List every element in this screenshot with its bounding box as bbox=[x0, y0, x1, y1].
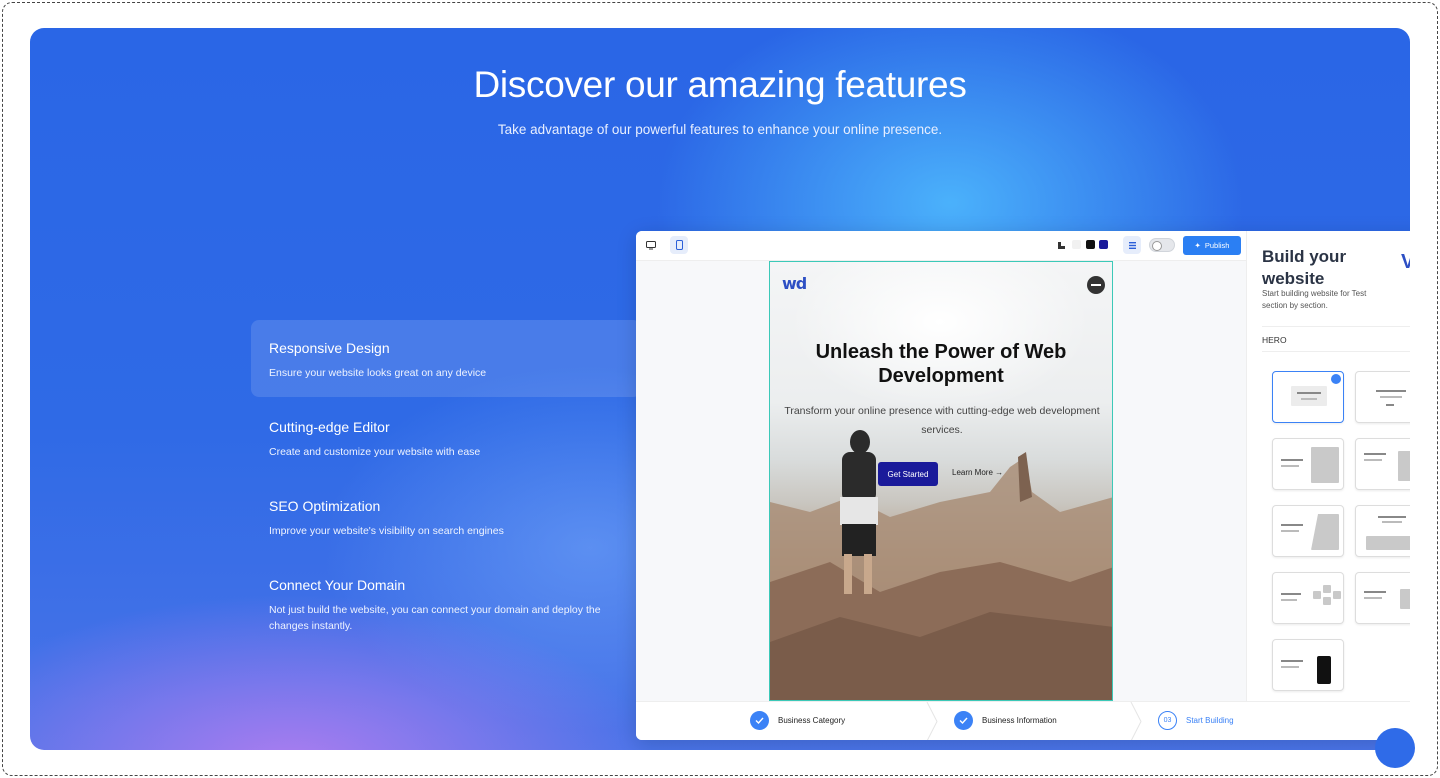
editor-canvas: wd Unleash the Power of Web Development … bbox=[636, 261, 1246, 701]
sidebar-subtitle: Start building website for Test section … bbox=[1262, 289, 1367, 310]
section-label-hero: HERO bbox=[1262, 326, 1410, 352]
step-label: Business Category bbox=[778, 716, 846, 725]
feature-item-responsive-design[interactable]: Responsive Design Ensure your website lo… bbox=[251, 320, 641, 397]
chat-widget-button[interactable] bbox=[1375, 728, 1415, 768]
feature-title: Connect Your Domain bbox=[269, 577, 406, 593]
brand-logo: V bbox=[1401, 251, 1410, 273]
builder-sidebar: Build your website V Start building webs… bbox=[1246, 231, 1410, 701]
site-logo: wd bbox=[782, 274, 807, 293]
sidebar-title: Build your website bbox=[1262, 247, 1347, 288]
feature-title: SEO Optimization bbox=[269, 498, 381, 514]
editor-toolbar: ✦ Publish bbox=[636, 231, 1246, 261]
publish-button[interactable]: ✦ Publish bbox=[1183, 236, 1241, 255]
hero-template-thumb[interactable] bbox=[1355, 505, 1410, 557]
feature-description: Improve your website's visibility on sea… bbox=[269, 525, 504, 537]
feature-description: Create and customize your website with e… bbox=[269, 446, 481, 458]
preview-hero-description: Transform your online presence with cutt… bbox=[784, 405, 1100, 436]
mountain-hiker-image bbox=[770, 430, 1112, 700]
layers-icon[interactable] bbox=[1123, 236, 1141, 254]
publish-label: Publish bbox=[1204, 241, 1230, 250]
setup-progress: Business Category Business Information 0… bbox=[636, 701, 1410, 740]
section-subtitle: Take advantage of our powerful features … bbox=[497, 122, 943, 137]
color-swatch-dark[interactable] bbox=[1086, 240, 1095, 249]
feature-item-cutting-edge-editor[interactable]: Cutting-edge Editor Create and customize… bbox=[251, 399, 641, 476]
preview-hero-title: Unleash the Power of Web Development bbox=[815, 341, 1067, 387]
step-divider-icon bbox=[1130, 702, 1142, 740]
hero-template-thumb[interactable] bbox=[1272, 572, 1344, 624]
hero-template-thumb[interactable] bbox=[1272, 505, 1344, 557]
step-start-building[interactable]: 03 Start Building bbox=[1158, 711, 1234, 730]
section-title: Discover our amazing features bbox=[473, 64, 967, 105]
color-swatch-navy[interactable] bbox=[1099, 240, 1108, 249]
step-label: Business Information bbox=[982, 716, 1057, 725]
color-swatch-light[interactable] bbox=[1072, 240, 1081, 249]
sparkle-icon: ✦ bbox=[1194, 241, 1201, 250]
desktop-view-icon[interactable] bbox=[642, 236, 660, 254]
features-panel: Discover our amazing features Take advan… bbox=[30, 28, 1410, 750]
hero-template-thumb[interactable] bbox=[1355, 371, 1410, 423]
step-business-information[interactable]: Business Information bbox=[954, 711, 1057, 730]
hero-template-thumb[interactable] bbox=[1272, 639, 1344, 691]
dark-mode-toggle[interactable] bbox=[1149, 238, 1175, 252]
check-icon bbox=[750, 711, 769, 730]
step-label: Start Building bbox=[1186, 716, 1234, 725]
feature-description: Not just build the website, you can conn… bbox=[269, 604, 601, 632]
learn-more-link[interactable]: Learn More → bbox=[952, 468, 1003, 477]
hero-template-thumb[interactable] bbox=[1272, 371, 1344, 423]
step-divider-icon bbox=[926, 702, 938, 740]
hero-template-thumb[interactable] bbox=[1355, 572, 1410, 624]
get-started-button[interactable]: Get Started bbox=[878, 462, 938, 486]
feature-item-connect-domain[interactable]: Connect Your Domain Not just build the w… bbox=[251, 557, 641, 650]
site-preview[interactable]: wd Unleash the Power of Web Development … bbox=[769, 261, 1113, 701]
hero-template-thumb[interactable] bbox=[1355, 438, 1410, 490]
close-section-icon[interactable] bbox=[1086, 275, 1106, 295]
check-icon bbox=[954, 711, 973, 730]
feature-title: Cutting-edge Editor bbox=[269, 419, 390, 435]
feature-title: Responsive Design bbox=[269, 340, 390, 356]
feature-item-seo-optimization[interactable]: SEO Optimization Improve your website's … bbox=[251, 478, 641, 555]
hero-template-thumb[interactable] bbox=[1272, 438, 1344, 490]
theme-icon[interactable] bbox=[1052, 236, 1070, 254]
feature-description: Ensure your website looks great on any d… bbox=[269, 367, 487, 379]
step-business-category[interactable]: Business Category bbox=[750, 711, 845, 730]
step-number: 03 bbox=[1158, 711, 1177, 730]
mobile-view-icon[interactable] bbox=[670, 236, 688, 254]
editor-window: ✦ Publish wd Unleash the Power of Web De… bbox=[636, 231, 1410, 740]
selected-check-icon bbox=[1331, 374, 1341, 384]
